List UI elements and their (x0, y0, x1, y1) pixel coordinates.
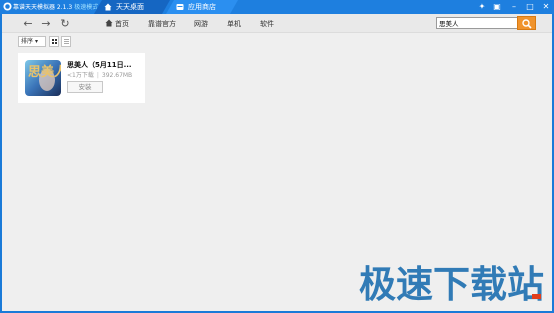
list-view-button[interactable] (61, 36, 71, 47)
tab-store[interactable]: 应用商店 (166, 0, 238, 14)
pin-icon[interactable]: ✦ (476, 1, 488, 13)
sort-label: 排序 (21, 38, 34, 45)
meta-separator: | (96, 72, 99, 79)
watermark-text: 极速下载站 (359, 263, 544, 306)
title-bar: 靠谱天天模拟器 2.1.3 极速模式 天天桌面 应用商店 ✦ ▣ – □ ✕ (0, 0, 554, 14)
settings-icon[interactable]: ▣ (491, 1, 503, 13)
app-mode-label: 极速模式 (74, 4, 99, 11)
toolbar: ← → ↻ 首页 靠谱官方 网游 单机 软件 (2, 14, 552, 33)
app-logo-icon (3, 2, 12, 11)
nav-item-online-games[interactable]: 网游 (194, 19, 208, 29)
nav-item-official[interactable]: 靠谱官方 (148, 19, 176, 29)
nav-item-home-label: 首页 (115, 20, 129, 28)
maximize-icon[interactable]: □ (524, 1, 536, 13)
chevron-down-icon: ▾ (34, 38, 38, 45)
app-card[interactable]: 思美人 思美人（5月11日... <1万下载 | 392.67MB 安装 (18, 53, 145, 103)
app-title[interactable]: 思美人（5月11日... (67, 60, 132, 70)
search-icon (522, 19, 532, 29)
app-size: 392.67MB (101, 72, 133, 79)
grid-icon (52, 39, 57, 44)
corner-logo (532, 294, 541, 299)
app-title: 靠谱天天模拟器 2.1.3 极速模式 (13, 2, 98, 11)
home-icon (104, 3, 112, 11)
app-title-text: 靠谱天天模拟器 2.1.3 (13, 4, 73, 11)
sort-dropdown[interactable]: 排序 ▾ (18, 36, 46, 47)
refresh-icon[interactable]: ↻ (58, 17, 72, 31)
tab-desktop-label: 天天桌面 (116, 3, 144, 11)
tab-desktop[interactable]: 天天桌面 (94, 0, 170, 14)
home-icon (105, 19, 113, 27)
app-artwork-icon: 思美人 (25, 60, 61, 96)
app-icon[interactable]: 思美人 (25, 60, 61, 96)
tab-store-label: 应用商店 (188, 3, 216, 11)
nav-item-single-player[interactable]: 单机 (227, 19, 241, 29)
app-icon-text: 思美人 (28, 64, 61, 80)
close-icon[interactable]: ✕ (540, 1, 552, 13)
nav-item-home[interactable]: 首页 (105, 19, 129, 29)
minimize-icon[interactable]: – (508, 1, 520, 13)
app-downloads: <1万下载 (67, 72, 94, 79)
store-icon (176, 3, 184, 11)
nav-item-software[interactable]: 软件 (260, 19, 274, 29)
list-icon (64, 39, 69, 44)
main-content: ← → ↻ 首页 靠谱官方 网游 单机 软件 排序 ▾ (2, 14, 552, 311)
search-input[interactable] (436, 17, 518, 29)
app-meta: <1万下载 | 392.67MB (67, 70, 132, 79)
forward-arrow-icon[interactable]: → (39, 17, 53, 31)
back-arrow-icon[interactable]: ← (21, 17, 35, 31)
install-button[interactable]: 安装 (67, 81, 103, 93)
search-button[interactable] (517, 16, 536, 30)
grid-view-button[interactable] (49, 36, 59, 47)
